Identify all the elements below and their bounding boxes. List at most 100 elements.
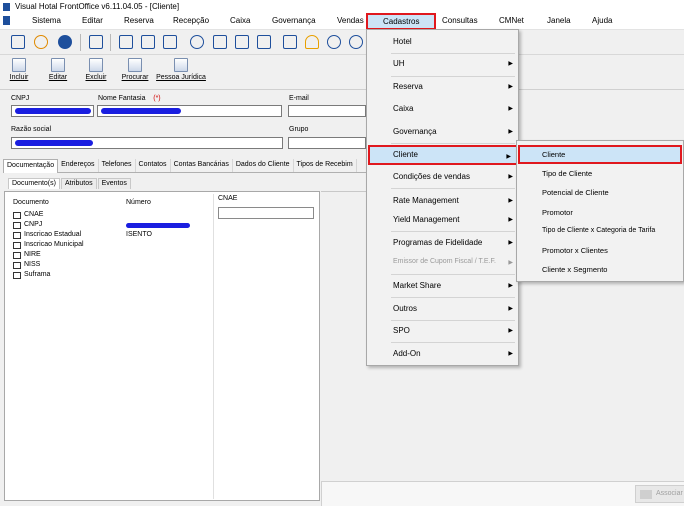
subtab-documentos[interactable]: Documento(s): [8, 178, 60, 189]
tab-contatos[interactable]: Contatos: [136, 159, 171, 172]
submenu-item-tipo-de-cliente-x-categoria-de-tarifa[interactable]: Tipo de Cliente x Categoria de Tarifa: [518, 222, 682, 241]
list-item[interactable]: Inscricao Estadual ISENTO: [13, 231, 152, 241]
door-exit-icon[interactable]: [8, 32, 28, 52]
tab-telefones[interactable]: Telefones: [99, 159, 136, 172]
menu-item-outros[interactable]: Outros ▶: [368, 299, 518, 319]
document-icon: [13, 222, 21, 229]
menu-vendas[interactable]: Vendas: [337, 16, 364, 25]
procurar-button[interactable]: Procurar: [118, 58, 152, 88]
submenu-item-cliente-x-segmento[interactable]: Cliente x Segmento: [518, 260, 682, 279]
cnae-input[interactable]: [218, 207, 314, 219]
cliente-submenu: Cliente Tipo de Cliente Potencial de Cli…: [516, 140, 684, 282]
menu-item-spo[interactable]: SPO ▶: [368, 321, 518, 341]
menu-caixa[interactable]: Caixa: [230, 16, 250, 25]
menu-cadastros[interactable]: Cadastros: [366, 13, 437, 30]
menu-sistema[interactable]: Sistema: [32, 16, 61, 25]
submenu-arrow-icon: ▶: [508, 174, 513, 180]
menu-item-condicoes-de-vendas[interactable]: Condições de vendas ▶: [368, 167, 518, 187]
col-documento: Documento: [13, 199, 49, 206]
list-item[interactable]: Inscricao Municipal: [13, 241, 84, 251]
list-item[interactable]: CNPJ: [13, 221, 190, 231]
redaction-mark: [126, 223, 190, 228]
menu-item-rate-management[interactable]: Rate Management ▶: [368, 191, 518, 211]
redaction-mark: [15, 140, 93, 146]
menu-item-cliente[interactable]: Cliente ▶: [368, 145, 518, 165]
menu-reserva[interactable]: Reserva: [124, 16, 154, 25]
cnpj-label: CNPJ: [11, 95, 30, 102]
menu-item-governanca[interactable]: Governança ▶: [368, 122, 518, 142]
menu-bar: Sistema Editar Reserva Recepção Caixa Go…: [0, 13, 684, 30]
submenu-item-promotor[interactable]: Promotor: [518, 203, 682, 222]
pessoa-juridica-button[interactable]: Pessoa Jurídica: [156, 58, 206, 88]
menu-item-yield-management[interactable]: Yield Management ▶: [368, 210, 518, 230]
submenu-arrow-icon: ▶: [508, 129, 513, 135]
list-item[interactable]: CNAE: [13, 211, 84, 221]
company-icon: [174, 58, 188, 72]
user-icon[interactable]: [31, 32, 51, 52]
menu-item-hotel[interactable]: Hotel: [368, 32, 518, 52]
menu-editar[interactable]: Editar: [82, 16, 103, 25]
person-icon[interactable]: [346, 32, 366, 52]
menu-separator: [391, 188, 515, 189]
document-check-icon[interactable]: [280, 32, 300, 52]
help-icon[interactable]: [55, 32, 75, 52]
computer-icon[interactable]: [86, 32, 106, 52]
submenu-item-cliente[interactable]: Cliente: [518, 145, 682, 164]
list-item[interactable]: NISS: [13, 261, 84, 271]
mail-send-icon[interactable]: [160, 32, 180, 52]
submenu-item-promotor-x-clientes[interactable]: Promotor x Clientes: [518, 241, 682, 260]
title-bar: Visual Hotal FrontOffice v6.11.04.05 - […: [0, 0, 684, 13]
grupo-field[interactable]: [288, 137, 366, 149]
mail-icon[interactable]: [116, 32, 136, 52]
document-icon: [13, 262, 21, 269]
menu-item-market-share[interactable]: Market Share ▶: [368, 276, 518, 296]
tab-tipos-de-recebimento[interactable]: Tipos de Recebim: [294, 159, 357, 172]
tab-enderecos[interactable]: Endereços: [58, 159, 99, 172]
submenu-arrow-icon: ▶: [508, 84, 513, 90]
menu-ajuda[interactable]: Ajuda: [592, 16, 612, 25]
list-icon[interactable]: [254, 32, 274, 52]
subtab-eventos[interactable]: Eventos: [97, 178, 131, 189]
document-edit-icon[interactable]: [138, 32, 158, 52]
menu-recepcao[interactable]: Recepção: [173, 16, 209, 25]
associar-button[interactable]: Associar: [635, 485, 684, 503]
mdi-window-icon[interactable]: [3, 16, 10, 25]
menu-governanca[interactable]: Governança: [272, 16, 316, 25]
cnpj-field[interactable]: [11, 105, 94, 117]
document-icon: [13, 252, 21, 259]
id-card-icon[interactable]: [232, 32, 252, 52]
submenu-item-tipo-de-cliente[interactable]: Tipo de Cliente: [518, 164, 682, 183]
excluir-button[interactable]: Excluir: [82, 58, 110, 88]
email-field[interactable]: [288, 105, 366, 117]
list-item[interactable]: NIRE: [13, 251, 84, 261]
app-icon: [3, 2, 10, 11]
submenu-item-potencial-de-cliente[interactable]: Potencial de Cliente: [518, 183, 682, 202]
incluir-button[interactable]: Incluir: [6, 58, 32, 88]
search-icon[interactable]: [187, 32, 207, 52]
tab-contas-bancarias[interactable]: Contas Bancárias: [171, 159, 233, 172]
users-icon[interactable]: [324, 32, 344, 52]
submenu-arrow-icon: ▶: [508, 351, 513, 357]
tab-documentacao[interactable]: Documentação: [3, 159, 59, 173]
razao-social-field[interactable]: [11, 137, 283, 149]
document-icon: [13, 232, 21, 239]
menu-item-caixa[interactable]: Caixa ▶: [368, 99, 518, 119]
calendar-icon[interactable]: [210, 32, 230, 52]
menu-item-reserva[interactable]: Reserva ▶: [368, 77, 518, 97]
editar-button[interactable]: Editar: [45, 58, 71, 88]
submenu-arrow-icon: ▶: [508, 260, 513, 266]
bell-icon[interactable]: [302, 32, 322, 52]
menu-item-programas-de-fidelidade[interactable]: Programas de Fidelidade ▶: [368, 233, 518, 253]
menu-item-uh[interactable]: UH ▶: [368, 54, 518, 74]
cliente-tabs: Documentação Endereços Telefones Contato…: [3, 159, 373, 173]
menu-janela[interactable]: Janela: [547, 16, 571, 25]
menu-cmnet[interactable]: CMNet: [499, 16, 524, 25]
tab-dados-do-cliente[interactable]: Dados do Cliente: [233, 159, 294, 172]
email-label: E-mail: [289, 95, 309, 102]
nome-fantasia-field[interactable]: [97, 105, 282, 117]
menu-consultas[interactable]: Consultas: [442, 16, 478, 25]
list-item[interactable]: Suframa: [13, 271, 84, 281]
subtab-atributos[interactable]: Atributos: [60, 178, 97, 189]
menu-item-add-on[interactable]: Add-On ▶: [368, 344, 518, 364]
submenu-arrow-icon: ▶: [508, 328, 513, 334]
